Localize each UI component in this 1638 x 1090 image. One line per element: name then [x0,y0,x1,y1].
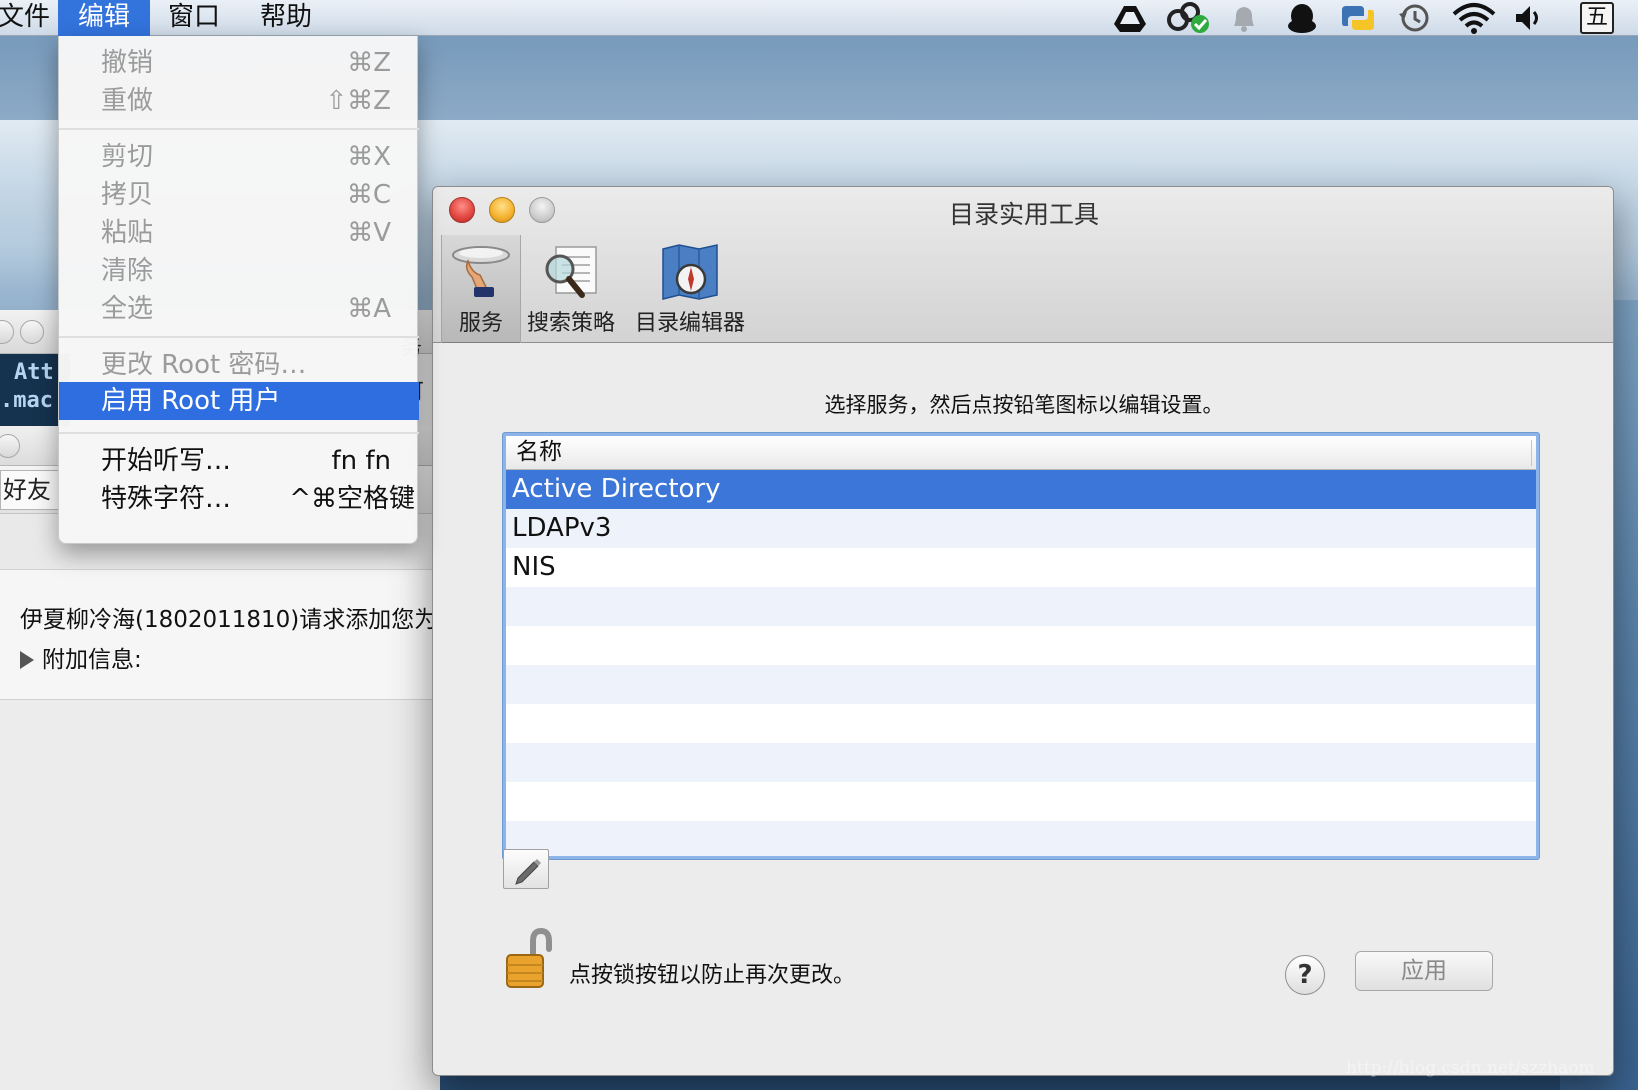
menu-help[interactable]: 帮助 [250,0,322,36]
menu-window[interactable]: 窗口 [158,0,230,36]
menu-item-label: 粘贴 [101,218,154,248]
services-list[interactable]: 名称 Active Directory LDAPv3 NIS [503,433,1539,859]
directory-editor-icon [659,243,721,305]
column-header-name[interactable]: 名称 [506,436,1536,470]
bg-window-button[interactable] [0,434,20,458]
menu-item-special-characters[interactable]: 特殊字符… ^⌘空格键 [59,480,419,518]
menu-item-label: 更改 Root 密码… [101,350,307,380]
edit-pencil-button[interactable] [503,849,549,889]
disclosure-triangle-icon [20,651,34,669]
menu-separator [59,336,419,338]
menu-item-clear[interactable]: 清除 [59,252,419,290]
menu-item-cut[interactable]: 剪切 ⌘X [59,138,419,176]
extra-info-label: 附加信息: [42,647,142,673]
list-row-empty [506,821,1536,856]
menu-item-label: 特殊字符… [101,484,232,514]
toolbar-directory-editor-label: 目录编辑器 [634,311,745,336]
help-button[interactable]: ? [1285,955,1325,995]
notification-bell-icon[interactable] [1226,2,1262,34]
input-method-icon[interactable]: 五 [1580,2,1614,34]
menu-separator [59,432,419,434]
lock-button[interactable] [503,927,555,991]
menu-separator [59,128,419,130]
qq-penguin-icon[interactable] [1284,2,1320,34]
directory-utility-window: 目录实用工具 服务 搜索策略 目录编辑器 选择服务，然后点按铅笔图标以编辑设置。… [432,186,1614,1076]
list-row-empty [506,782,1536,821]
toolbar-search-policy[interactable]: 搜索策略 [519,235,623,343]
menu-item-label: 剪切 [101,142,154,172]
menu-edit[interactable]: 编辑 [58,0,150,36]
pencil-icon [515,859,541,885]
wifi-icon[interactable] [1452,2,1496,34]
window-title: 目录实用工具 [948,200,1099,229]
menu-item-shortcut: ^⌘空格键 [289,484,415,514]
menu-file[interactable]: 文件 [0,0,60,36]
bg-content: 伊夏柳冷海(1802011810)请求添加您为 附加信息: [0,570,440,700]
menu-item-start-dictation[interactable]: 开始听写… fn fn [59,442,419,480]
search-policy-icon [540,243,602,305]
bg-code-line: .mac [0,388,53,413]
menu-item-change-root-password[interactable]: 更改 Root 密码… [59,346,419,384]
watermark-text: http://blog.csdn.net/szzhaom [1346,1058,1595,1078]
tab-friends[interactable]: 好友 [0,470,62,510]
window-toolbar: 目录实用工具 服务 搜索策略 目录编辑器 [433,187,1613,343]
list-row-nis[interactable]: NIS [506,548,1536,587]
menu-item-shortcut: ⌘X [347,142,391,172]
menu-item-shortcut: fn fn [331,446,391,476]
friend-request-text: 伊夏柳冷海(1802011810)请求添加您为 [20,607,438,633]
lock-hint-text: 点按锁按钮以防止再次更改。 [569,963,856,988]
list-row-ldapv3[interactable]: LDAPv3 [506,509,1536,548]
unlocked-padlock-icon [506,927,552,988]
toolbar-directory-editor[interactable]: 目录编辑器 [627,235,753,343]
menu-item-shortcut: ⌘C [346,180,391,210]
list-row-empty [506,626,1536,665]
menu-item-copy[interactable]: 拷贝 ⌘C [59,176,419,214]
toolbar-services[interactable]: 服务 [441,235,521,343]
menu-item-label: 开始听写… [101,446,232,476]
menu-bar: 文件 编辑 窗口 帮助 五 [0,0,1638,36]
menu-item-redo[interactable]: 重做 ⇧⌘Z [59,82,419,120]
menu-item-enable-root-user[interactable]: 启用 Root 用户 [59,382,419,420]
list-row-active-directory[interactable]: Active Directory [506,470,1536,509]
menu-item-label: 清除 [101,256,154,286]
column-separator [1531,440,1532,466]
services-icon [450,243,512,303]
bg-code-line: Att [14,360,54,385]
volume-icon[interactable] [1512,2,1548,34]
column-header-label: 名称 [516,439,562,465]
menu-item-label: 拷贝 [101,180,154,210]
list-row-empty [506,665,1536,704]
menu-item-label: 启用 Root 用户 [101,386,281,416]
google-drive-icon[interactable] [1112,2,1148,34]
menu-item-shortcut: ⌘Z [347,48,391,78]
menu-item-paste[interactable]: 粘贴 ⌘V [59,214,419,252]
menu-item-select-all[interactable]: 全选 ⌘A [59,290,419,328]
instruction-text: 选择服务，然后点按铅笔图标以编辑设置。 [824,393,1224,417]
edit-menu-dropdown: 撤销 ⌘Z 重做 ⇧⌘Z 剪切 ⌘X 拷贝 ⌘C 粘贴 ⌘V 清除 全选 ⌘A … [58,36,419,544]
sync-check-icon[interactable] [1166,2,1212,34]
list-row-empty [506,587,1536,626]
extra-info-disclosure[interactable]: 附加信息: [20,640,142,674]
time-machine-icon[interactable] [1396,2,1432,34]
menu-item-label: 全选 [101,294,154,324]
list-row-empty [506,704,1536,743]
toolbar-services-label: 服务 [458,311,503,336]
menu-item-undo[interactable]: 撤销 ⌘Z [59,44,419,82]
menu-item-shortcut: ⌘A [347,294,391,324]
python-icon[interactable] [1340,2,1376,34]
menu-item-shortcut: ⌘V [347,218,391,248]
menu-item-label: 撤销 [101,48,154,78]
bg-window-button[interactable] [0,320,14,344]
bg-window-button[interactable] [20,320,44,344]
menu-item-label: 重做 [101,86,154,116]
menu-item-shortcut: ⇧⌘Z [325,86,391,116]
toolbar-search-policy-label: 搜索策略 [526,311,615,336]
apply-button[interactable]: 应用 [1355,951,1493,991]
list-row-empty [506,743,1536,782]
